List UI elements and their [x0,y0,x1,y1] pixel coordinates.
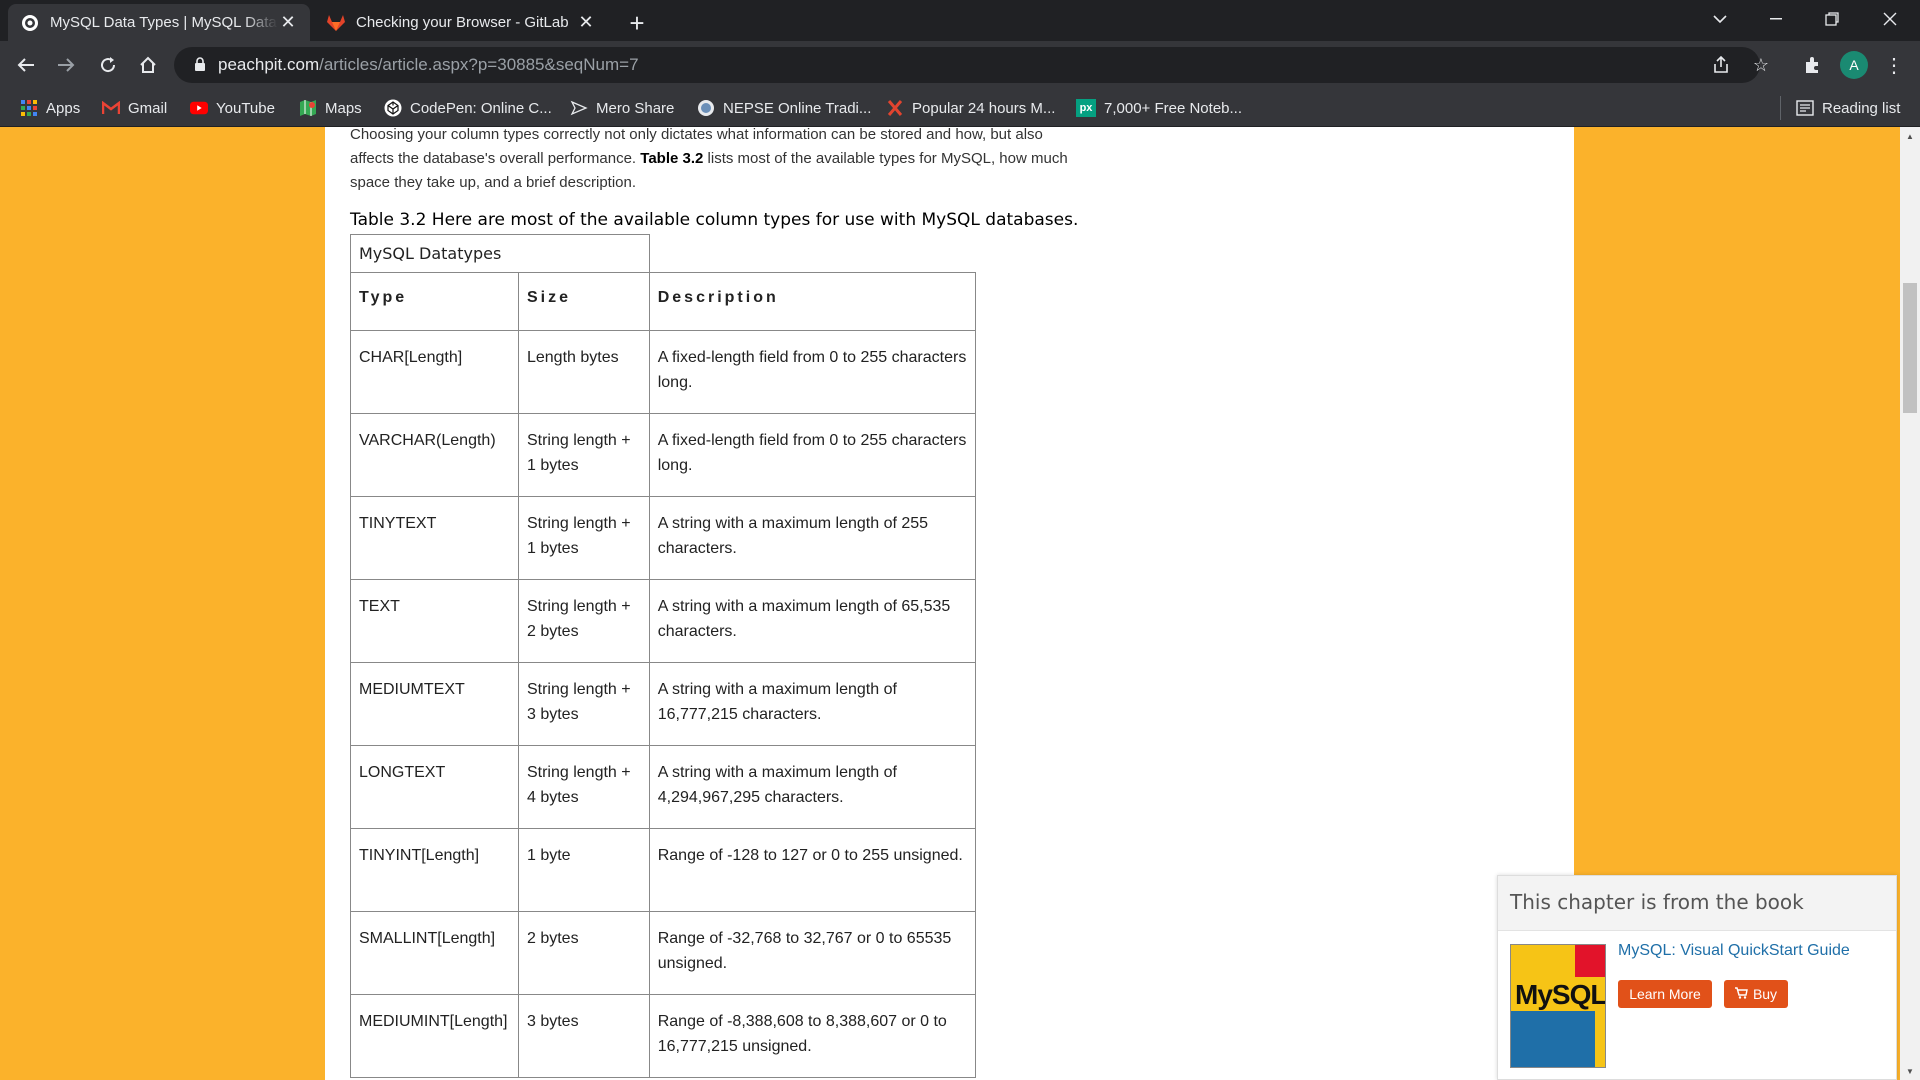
table-caption: Table 3.2 Here are most of the available… [350,210,1079,230]
bookmarks-bar: Apps Gmail YouTube Maps CodePen: Online … [0,89,1920,127]
table-row: TINYTEXT String length + 1 bytes A string … [350,496,977,580]
table-row: VARCHAR(Length) String length + 1 bytes A … [350,413,977,497]
cart-icon [1734,986,1748,1002]
restore-icon[interactable] [1804,0,1860,38]
reading-list-icon [1796,99,1814,117]
book-promo: This chapter is from the book MySQL MySQ… [1497,875,1897,1080]
home-icon[interactable] [132,49,164,81]
minimize-icon[interactable] [1748,0,1804,38]
buy-button[interactable]: Buy [1724,980,1788,1008]
table-header-row: Type Size Description [350,272,977,331]
tab-peachpit[interactable]: MySQL Data Types | MySQL Data Types | Pe… [8,4,310,41]
scrollbar-thumb[interactable] [1903,283,1917,413]
apps-grid-icon [20,99,38,117]
youtube-icon [190,99,208,117]
maps-icon [299,99,317,117]
scroll-up-arrow-icon[interactable]: ▲ [1900,127,1920,145]
bookmark-mero-share[interactable]: Mero Share [570,95,674,121]
gitlab-favicon-icon [326,13,346,33]
page-scrollbar[interactable]: ▲ ▼ [1900,127,1920,1080]
url-text: peachpit.com/articles/article.aspx?p=308… [218,55,639,74]
lock-icon[interactable] [194,57,206,77]
close-window-icon[interactable] [1862,0,1918,38]
tab-search-icon[interactable] [1692,0,1748,38]
book-cover-image[interactable]: MySQL [1510,944,1606,1068]
bookmark-popular[interactable]: Popular 24 hours M... [886,95,1055,121]
header-description: Description [648,272,977,331]
share-icon[interactable] [1708,52,1734,78]
tab-title: Checking your Browser - GitLab [356,14,569,31]
bookmark-codepen[interactable]: CodePen: Online C... [384,95,552,121]
mero-share-icon [570,99,588,117]
extensions-icon[interactable] [1796,49,1828,81]
table-title: MySQL Datatypes [350,234,650,273]
mysql-datatypes-table: MySQL Datatypes Type Size Description CH… [350,234,977,1078]
table-row: TINYINT[Length] 1 byte Range of -128 to 12… [350,828,977,912]
profile-avatar[interactable]: A [1840,51,1868,79]
header-size: Size [517,272,650,331]
table-row: MEDIUMTEXT String length + 3 bytes A strin… [350,662,977,746]
browser-toolbar: peachpit.com/articles/article.aspx?p=308… [0,41,1920,89]
table-row: MEDIUMINT[Length] 3 bytes Range of -8,388,… [350,994,977,1078]
bookmark-youtube[interactable]: YouTube [190,95,275,121]
bookmark-apps[interactable]: Apps [20,95,80,121]
book-title-link[interactable]: MySQL: Visual QuickStart Guide [1618,942,1850,960]
back-icon[interactable] [10,49,42,81]
tab-title: MySQL Data Types | MySQL Data Types | Pe… [50,14,278,31]
reload-icon[interactable] [92,49,124,81]
reading-list-button[interactable]: Reading list [1796,95,1900,121]
px-logo-icon: px [1076,99,1096,117]
tab-gitlab[interactable]: Checking your Browser - GitLab ✕ [314,4,608,41]
close-tab-icon[interactable]: ✕ [576,12,596,33]
table-row: TEXT String length + 2 bytes A string with… [350,579,977,663]
gmail-icon [102,99,120,117]
bookmark-maps[interactable]: Maps [299,95,362,121]
close-tab-icon[interactable]: ✕ [278,12,298,33]
learn-more-button[interactable]: Learn More [1618,980,1712,1008]
table-row: SMALLINT[Length] 2 bytes Range of -32,768 … [350,911,977,995]
intro-paragraph: Choosing your column types correctly not… [350,126,1068,191]
tab-strip: MySQL Data Types | MySQL Data Types | Pe… [0,0,1920,41]
bookmark-star-icon[interactable]: ☆ [1748,52,1774,78]
promo-heading: This chapter is from the book [1498,876,1896,931]
peachpit-favicon-icon [20,13,40,33]
x-logo-icon [886,99,904,117]
forward-icon[interactable] [50,49,82,81]
globe-icon [697,99,715,117]
table-row: LONGTEXT String length + 4 bytes A string … [350,745,977,829]
bookmark-gmail[interactable]: Gmail [102,95,167,121]
table-row: CHAR[Length] Length bytes A fixed-length f… [350,330,977,414]
address-bar[interactable]: peachpit.com/articles/article.aspx?p=308… [174,47,1769,83]
bookmarks-divider [1780,96,1781,120]
more-menu-icon[interactable]: ⋮ [1880,49,1908,81]
scroll-down-arrow-icon[interactable]: ▼ [1900,1062,1920,1080]
codepen-icon [384,99,402,117]
bookmark-nepse[interactable]: NEPSE Online Tradi... [697,95,871,121]
header-type: Type [350,272,519,331]
bookmark-px[interactable]: px 7,000+ Free Noteb... [1076,95,1242,121]
new-tab-icon[interactable]: + [622,8,652,38]
